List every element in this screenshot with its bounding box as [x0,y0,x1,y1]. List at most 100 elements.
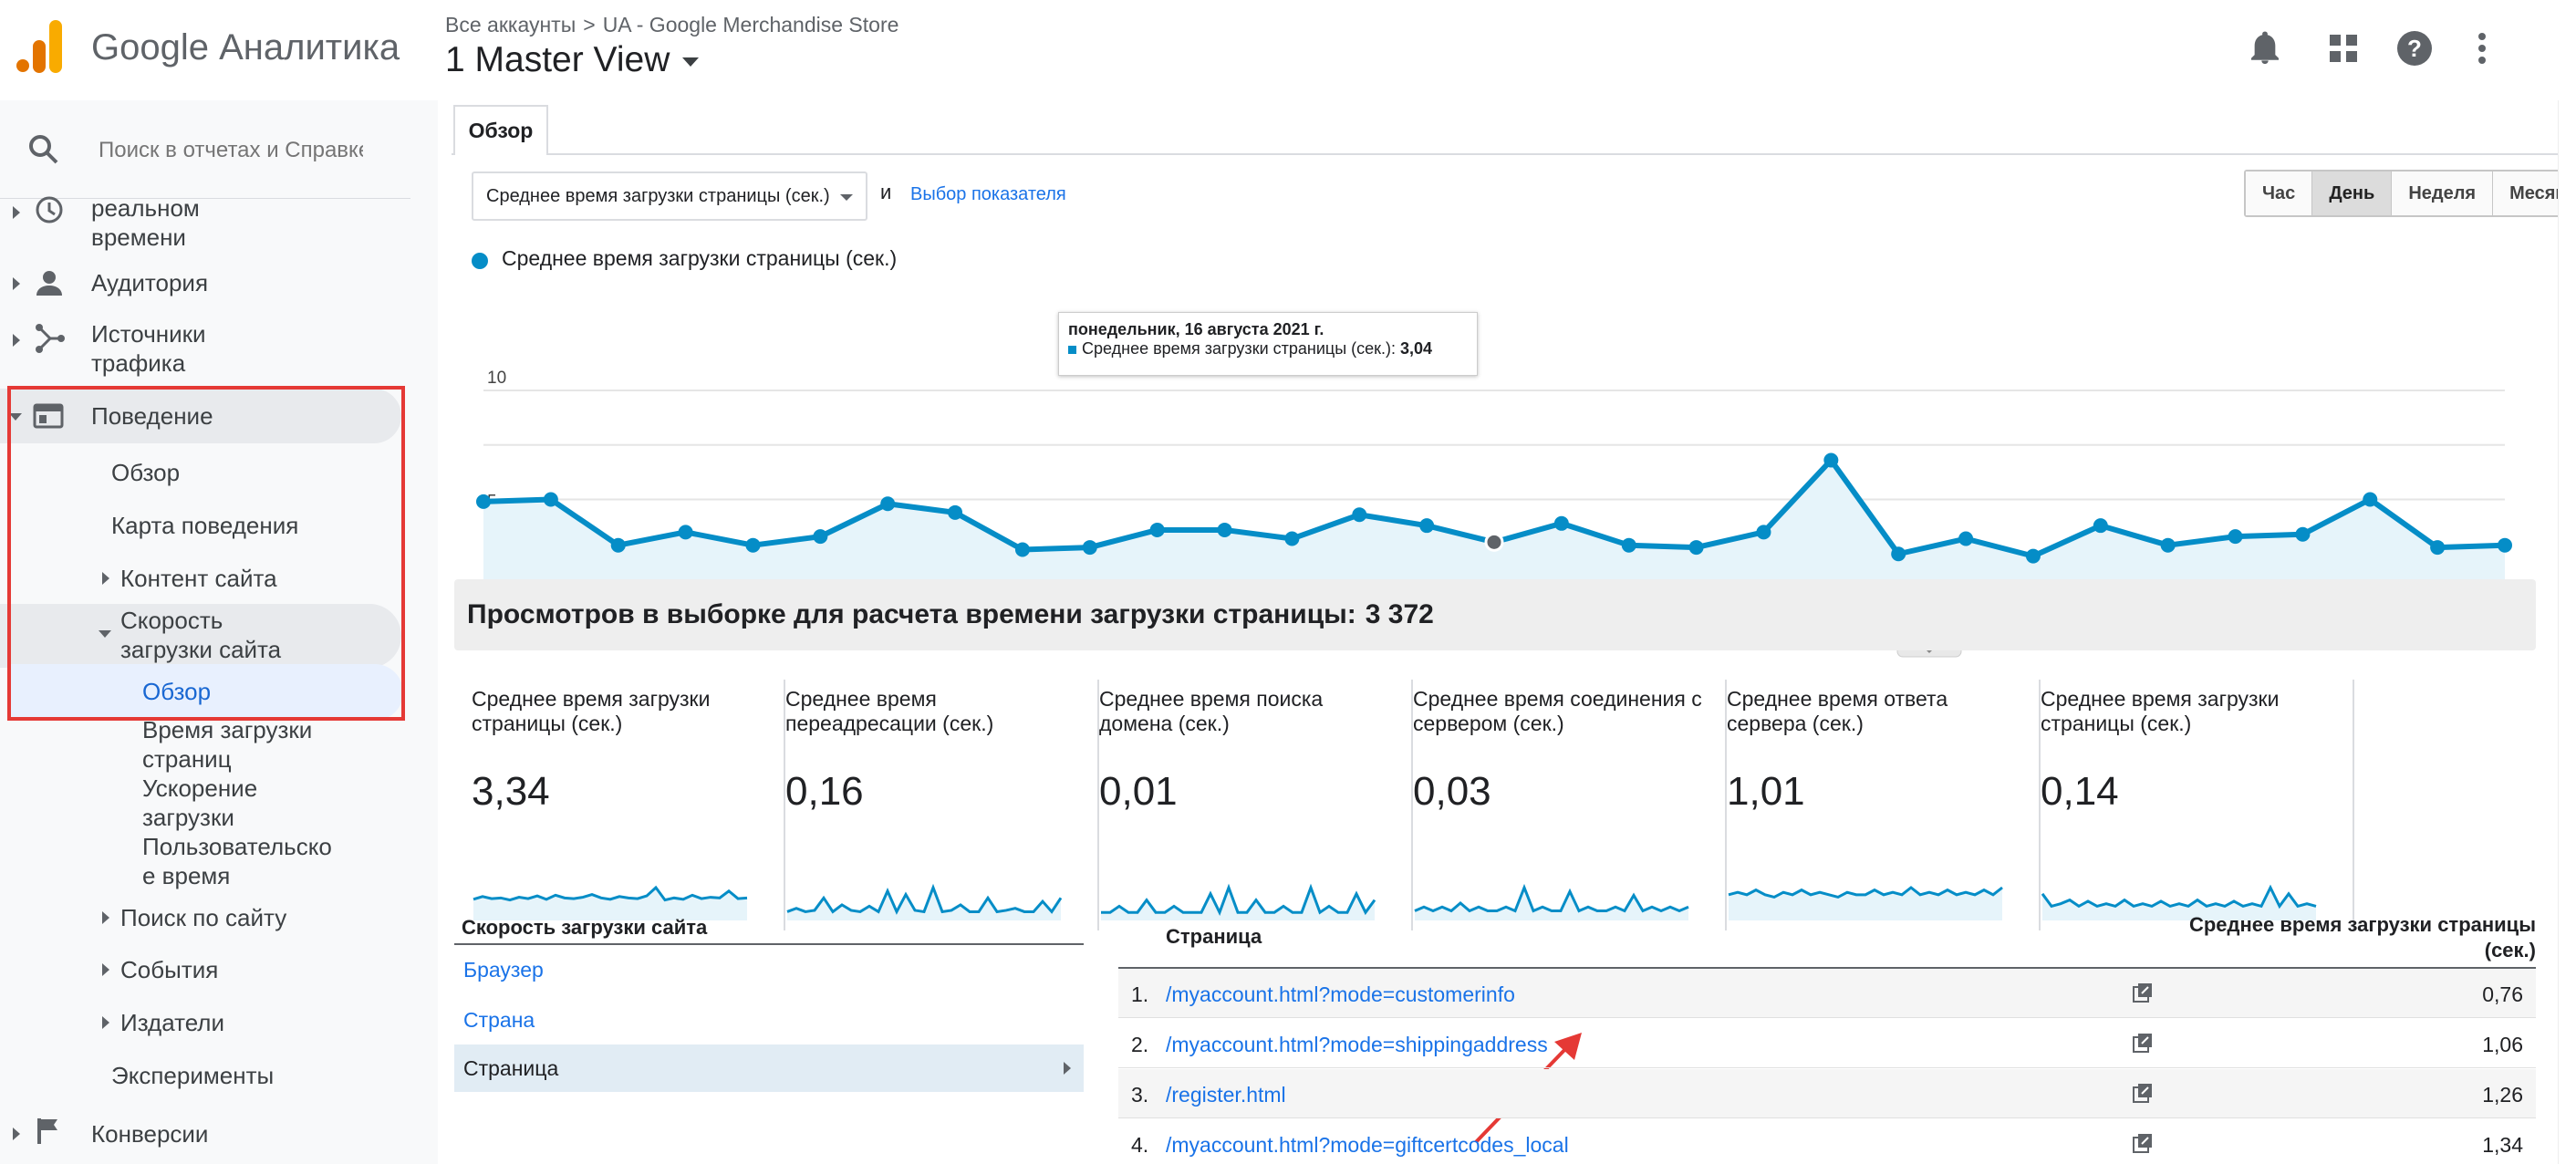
data-point [1553,515,1569,531]
breadcrumb: Все аккаунты > UA - Google Merchandise Sto… [445,13,898,37]
analytics-logo-icon[interactable] [15,18,66,75]
row-number: 4. [1131,1133,1149,1157]
tooltip-value: 3,04 [1400,339,1433,358]
data-point [610,537,626,553]
kpi-label: Среднее время загрузки страницы (сек.) [472,687,711,735]
chevron-down-icon [840,194,853,201]
sidebar-item-label: е время [142,862,231,889]
data-point [2093,518,2108,534]
kpi-card[interactable]: Среднее время ответа сервера (сек.) 1,01 [1727,680,2041,930]
help-icon[interactable]: ? [2394,27,2436,69]
apps-icon[interactable] [2322,27,2364,69]
series-square-icon [1068,346,1076,354]
column-header-page[interactable]: Страница [1166,925,1262,949]
kpi-value: 0,01 [1099,769,1178,814]
notifications-icon[interactable] [2244,27,2286,69]
kpi-sparkline [1414,883,1689,920]
highlight-annotation-box [7,386,405,721]
data-point [1284,531,1300,546]
tooltip-metric: Среднее время загрузки страницы (сек.) [1082,339,1392,358]
open-page-icon[interactable] [2133,1083,2153,1103]
page-link[interactable]: /register.html [1166,1083,1286,1107]
dimension-page[interactable]: Страница [454,1044,1084,1092]
page-scrollbar[interactable] [2558,100,2576,1164]
sidebar-item-experiments[interactable]: Эксперименты [111,1061,274,1090]
kpi-card[interactable]: Среднее время соединения с сервером (сек… [1413,680,1727,930]
kpi-label: Среднее время загрузки страницы (сек.) [2041,687,2280,735]
column-header-line: (сек.) [2484,939,2536,961]
breadcrumb-all-accounts[interactable]: Все аккаунты [445,13,576,36]
kpi-label: Среднее время переадресации (сек.) [785,687,994,735]
clock-icon [36,196,63,223]
sidebar-item-label: реальном [91,194,200,222]
sparkline-line [473,885,748,902]
expand-arrow-icon [102,911,109,924]
dimension-page-label: Страница [463,1055,559,1080]
kpi-card[interactable]: Среднее время загрузки страницы (сек.) 0… [2041,680,2354,930]
summary-label: Просмотров в выборке для расчета времени… [467,599,1356,629]
column-header-line: Среднее время загрузки страницы [2188,913,2536,936]
y-tick-label: 10 [487,369,506,388]
sidebar: реальном времени Аудитория Источники тра… [0,100,438,1164]
metric-dropdown-value: Среднее время загрузки страницы (сек.) [486,185,830,206]
row-value: 1,26 [2482,1083,2523,1107]
period-toggle: Час День Неделя Месяц [2244,170,2576,217]
sidebar-item-label: трафика [91,349,186,377]
dimension-list-title: Скорость загрузки сайта [454,912,1084,945]
kpi-card[interactable]: Среднее время переадресации (сек.) 0,16 [785,680,1099,930]
kpi-label: Среднее время соединения с сервером (сек… [1413,687,1702,735]
data-point [543,492,558,507]
page-link[interactable]: /myaccount.html?mode=shippingaddress [1166,1033,1548,1057]
data-point [880,496,896,512]
data-point [2363,492,2378,507]
sidebar-item-label: Аудитория [91,269,209,296]
period-hour-button[interactable]: Час [2246,171,2313,215]
dimension-browser[interactable]: Браузер [454,946,1084,993]
more-vert-icon[interactable] [2461,27,2503,69]
kpi-value: 1,01 [1727,769,1805,814]
open-page-icon[interactable] [2133,982,2153,1003]
ga-app: { "header": { "brand": "Google Аналитика… [0,0,2576,1164]
data-point [1082,540,1097,556]
row-number: 2. [1131,1033,1149,1056]
sidebar-item-label: Издатели [120,1009,225,1036]
row-value: 0,76 [2482,982,2523,1006]
choose-metric-link[interactable]: Выбор показателя [910,184,1066,205]
period-week-button[interactable]: Неделя [2392,171,2494,215]
data-point [476,494,491,509]
dimension-country[interactable]: Страна [454,996,1084,1044]
tab-divider [452,153,2576,155]
kpi-sparkline [1101,883,1376,920]
expand-arrow-icon [13,1128,20,1140]
data-point [2160,537,2176,553]
summary-bar: Просмотров в выборке для расчета времени… [454,579,2536,650]
data-point [2025,548,2041,564]
brand-name: Google Аналитика [91,27,400,68]
kpi-label: Среднее время поиска домена (сек.) [1099,687,1324,735]
tab-overview[interactable]: Обзор [453,105,548,155]
sidebar-search [0,100,410,199]
data-point [2430,540,2446,556]
sidebar-item-label: Конверсии [91,1120,209,1148]
page-link[interactable]: /myaccount.html?mode=customerinfo [1166,982,1515,1007]
table-row: 1. /myaccount.html?mode=customerinfo 0,7… [1118,969,2536,1018]
kpi-card[interactable]: Среднее время поиска домена (сек.) 0,01 [1099,680,1413,930]
search-input[interactable] [99,135,363,166]
open-page-icon[interactable] [2133,1033,2153,1053]
table-row: 4. /myaccount.html?mode=giftcertcodes_lo… [1118,1119,2536,1164]
period-day-button[interactable]: День [2312,171,2393,215]
view-selector[interactable]: 1 Master View [445,40,700,80]
sidebar-item-label: Пользовательско [142,833,332,860]
data-point [678,525,693,540]
sidebar-item-label: Поиск по сайту [120,904,287,931]
breadcrumb-property[interactable]: UA - Google Merchandise Store [603,13,899,36]
data-point [1958,531,1974,546]
metric-dropdown[interactable]: Среднее время загрузки страницы (сек.) [472,171,867,221]
column-header-avg-load-time[interactable]: Среднее время загрузки страницы (сек.) [2080,912,2536,963]
sidebar-item-label: страниц [142,745,232,773]
open-page-icon[interactable] [2133,1133,2153,1153]
page-link[interactable]: /myaccount.html?mode=giftcertcodes_local [1166,1133,1569,1158]
search-icon[interactable] [27,133,60,166]
kpi-card[interactable]: Среднее время загрузки страницы (сек.) 3… [472,680,785,930]
chart-tooltip: понедельник, 16 августа 2021 г. Среднее … [1058,312,1478,376]
